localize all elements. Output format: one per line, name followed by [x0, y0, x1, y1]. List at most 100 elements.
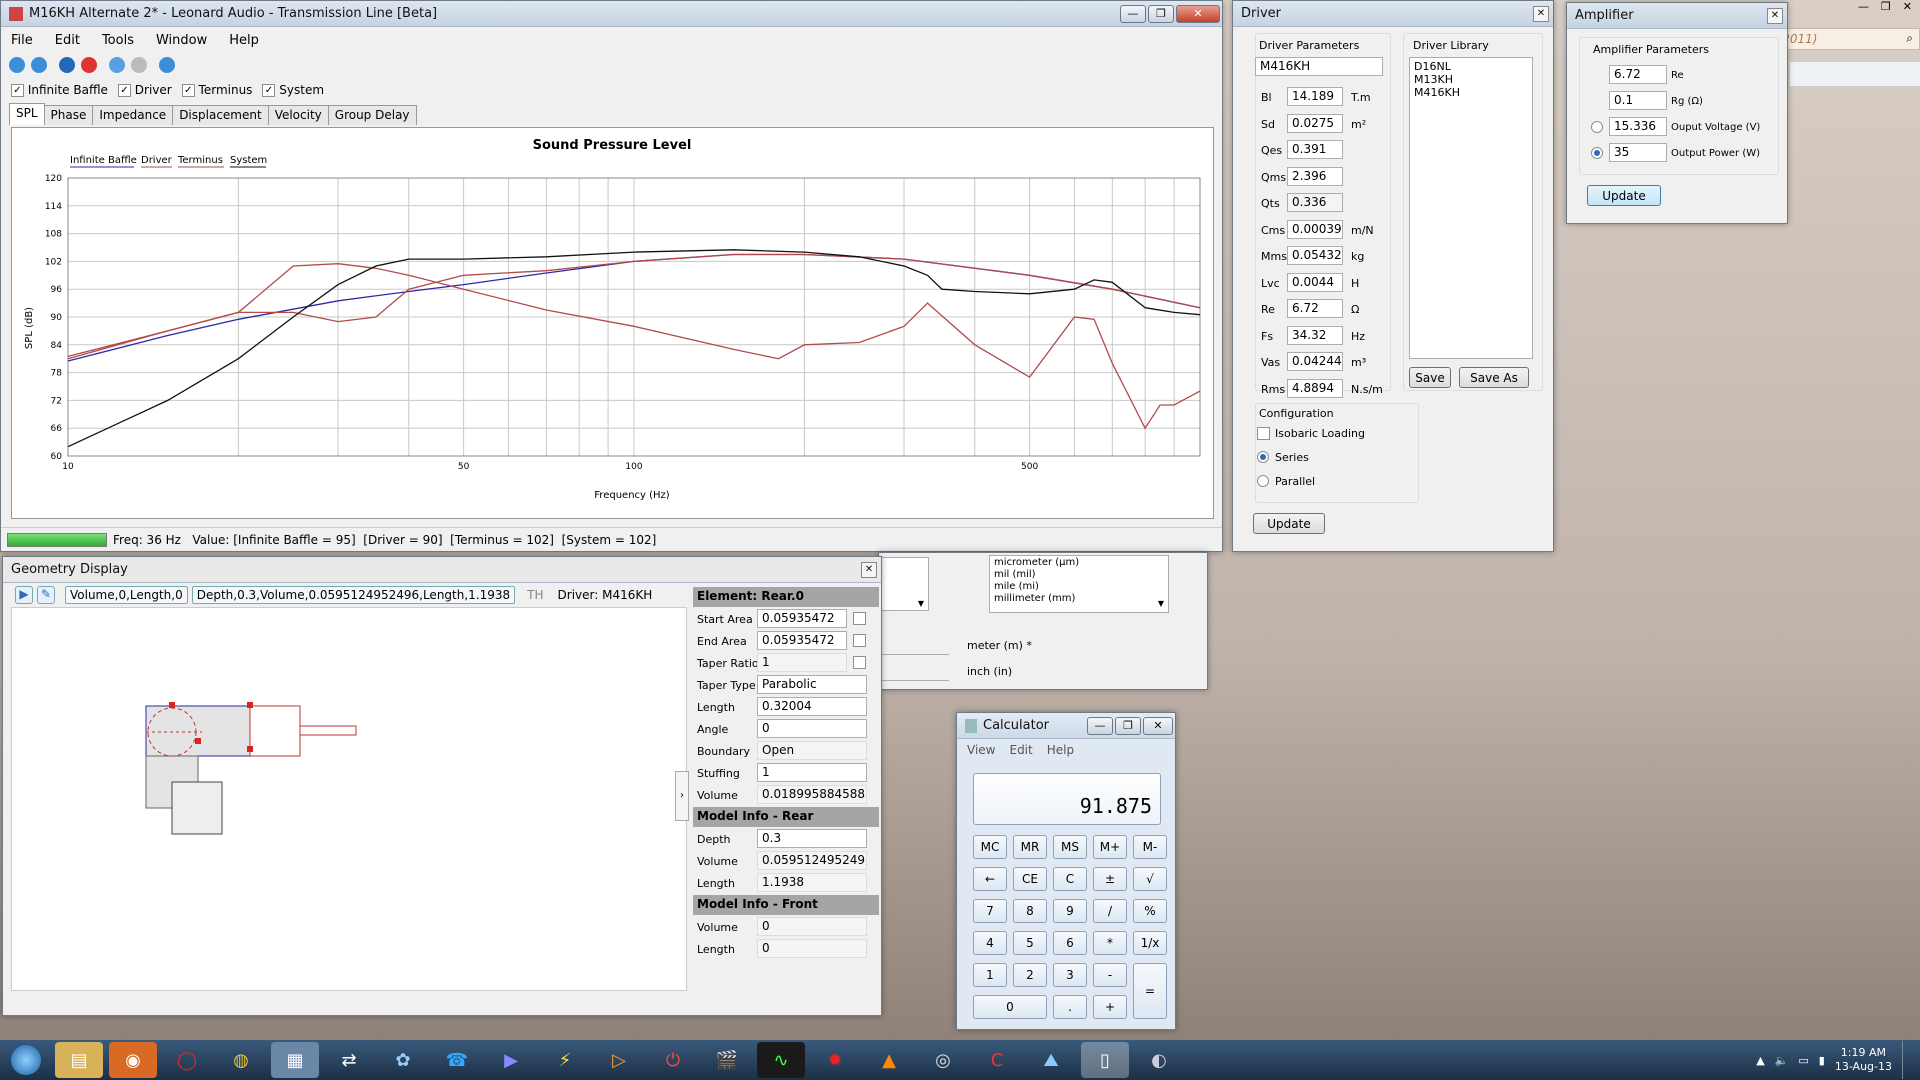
library-item[interactable]: D16NL: [1414, 60, 1528, 73]
play-icon[interactable]: ▶: [15, 586, 33, 604]
check-terminus[interactable]: ✓ Terminus: [181, 83, 252, 97]
calculator-taskbar-icon[interactable]: ▦: [271, 1042, 319, 1078]
calc-key[interactable]: 1: [973, 963, 1007, 987]
back-icon[interactable]: [31, 57, 47, 73]
menu-window[interactable]: Window: [156, 33, 207, 48]
amp-mode-radio[interactable]: [1591, 121, 1603, 133]
start-button[interactable]: [0, 1040, 52, 1080]
signal-icon[interactable]: ▮: [1819, 1054, 1825, 1067]
library-item[interactable]: M416KH: [1414, 86, 1528, 99]
calc-key[interactable]: 9: [1053, 899, 1087, 923]
calc-key[interactable]: MC: [973, 835, 1007, 859]
checkbox[interactable]: ✓: [117, 84, 131, 97]
tab-spl[interactable]: SPL: [9, 103, 45, 125]
geometry-canvas[interactable]: [11, 607, 687, 991]
spectrum-icon[interactable]: ⛰: [1027, 1042, 1075, 1078]
prev-icon[interactable]: [109, 57, 125, 73]
calc-key[interactable]: C: [1053, 867, 1087, 891]
legend-driver[interactable]: Driver: [141, 155, 173, 166]
close-icon[interactable]: ✕: [1533, 5, 1549, 22]
calc-key[interactable]: ←: [973, 867, 1007, 891]
prop-value[interactable]: 0: [757, 719, 867, 738]
maximize-button[interactable]: ❐: [1148, 4, 1174, 23]
prop-value[interactable]: 0.05935472: [757, 609, 847, 628]
isobaric-checkbox[interactable]: [1257, 427, 1270, 440]
close-icon[interactable]: ✕: [861, 561, 877, 578]
check-system[interactable]: ✓ System: [262, 83, 324, 97]
unit-item[interactable]: micrometer (µm): [994, 557, 1164, 569]
prop-checkbox[interactable]: [853, 634, 866, 647]
calc-menu-edit[interactable]: Edit: [1009, 743, 1032, 757]
winamp-icon[interactable]: ⚡: [541, 1042, 589, 1078]
checkbox[interactable]: ✓: [181, 84, 195, 97]
prop-checkbox[interactable]: [853, 612, 866, 625]
param-field-fs[interactable]: 34.32: [1287, 325, 1343, 345]
close-button[interactable]: ✕: [1143, 716, 1173, 735]
unit-item[interactable]: mile (mi): [994, 581, 1164, 593]
prop-value[interactable]: 1: [757, 763, 867, 782]
minimize-button[interactable]: —: [1120, 4, 1146, 23]
calculator-title-bar[interactable]: Calculator — ❐ ✕: [957, 713, 1175, 739]
save-as-button[interactable]: Save As: [1459, 367, 1529, 388]
param-field-mms[interactable]: 0.0543264: [1287, 246, 1343, 265]
series-radio[interactable]: [1257, 451, 1269, 463]
paint-icon[interactable]: ✿: [379, 1042, 427, 1078]
chevron-down-icon[interactable]: ▼: [918, 599, 924, 608]
calc-key[interactable]: √: [1133, 867, 1167, 891]
library-item[interactable]: M13KH: [1414, 73, 1528, 86]
calc-key[interactable]: MS: [1053, 835, 1087, 859]
tab-impedance[interactable]: Impedance: [92, 105, 174, 125]
prop-value[interactable]: 0.05935472: [757, 631, 847, 650]
param-field-lvc[interactable]: 0.0044: [1287, 272, 1343, 292]
calc-menu-view[interactable]: View: [967, 743, 995, 757]
prop-value[interactable]: Parabolic: [757, 675, 867, 694]
amp-mode-radio[interactable]: [1591, 147, 1603, 159]
geometry-title-bar[interactable]: Geometry Display ✕: [3, 557, 881, 583]
legend-system[interactable]: System: [230, 155, 267, 166]
vlc-icon[interactable]: ▲: [865, 1042, 913, 1078]
video-editor-icon[interactable]: 🎬: [703, 1042, 751, 1078]
section-header[interactable]: Element: Rear.0: [693, 587, 879, 607]
power-icon[interactable]: ⏻: [649, 1042, 697, 1078]
driver-update-button[interactable]: Update: [1253, 513, 1325, 534]
calc-key[interactable]: ±: [1093, 867, 1127, 891]
param-field-re[interactable]: 6.72: [1287, 299, 1343, 318]
calc-key[interactable]: -: [1093, 963, 1127, 987]
minimize-button[interactable]: —: [1087, 716, 1113, 735]
menu-help[interactable]: Help: [229, 33, 259, 48]
calc-key[interactable]: 2: [1013, 963, 1047, 987]
node-handle[interactable]: [247, 702, 253, 708]
media-player-icon[interactable]: ▶: [487, 1042, 535, 1078]
param-field-sd[interactable]: 0.0275: [1287, 113, 1343, 133]
param-field-qts[interactable]: 0.336: [1287, 193, 1343, 212]
calc-key[interactable]: MR: [1013, 835, 1047, 859]
driver-name-field[interactable]: M416KH: [1255, 57, 1383, 76]
collapse-handle[interactable]: ›: [675, 771, 689, 821]
prop-checkbox[interactable]: [853, 656, 866, 669]
unit-item[interactable]: mil (mil): [994, 569, 1164, 581]
check-infinite-baffle[interactable]: ✓ Infinite Baffle: [11, 83, 108, 97]
vlc-player-icon[interactable]: ▷: [595, 1042, 643, 1078]
speaker-app-icon[interactable]: ◐: [1135, 1042, 1183, 1078]
amplifier-update-button[interactable]: Update: [1587, 185, 1661, 206]
driver-title-bar[interactable]: Driver ✕: [1233, 1, 1553, 27]
amp-field[interactable]: 6.72: [1609, 65, 1667, 84]
unit-item[interactable]: millimeter (mm): [994, 593, 1164, 605]
search-icon[interactable]: ⌕: [1906, 31, 1913, 46]
calc-key[interactable]: 4: [973, 931, 1007, 955]
menu-tools[interactable]: Tools: [102, 33, 134, 48]
calc-key[interactable]: M+: [1093, 835, 1127, 859]
close-icon[interactable]: ✕: [1903, 0, 1912, 20]
calc-menu-help[interactable]: Help: [1047, 743, 1074, 757]
param-field-cms[interactable]: 0.000396: [1287, 219, 1343, 239]
calc-key[interactable]: M-: [1133, 835, 1167, 859]
firefox-icon[interactable]: ◉: [109, 1042, 157, 1078]
legend-terminus[interactable]: Terminus: [177, 155, 223, 166]
next-icon[interactable]: [131, 57, 147, 73]
volume-icon[interactable]: 🔈: [1775, 1054, 1789, 1067]
check-driver[interactable]: ✓ Driver: [117, 83, 172, 97]
unit-list[interactable]: micrometer (µm) mil (mil) mile (mi) mill…: [989, 555, 1169, 613]
tab-group-delay[interactable]: Group Delay: [327, 105, 417, 125]
front-button[interactable]: Volume,0,Length,0: [65, 586, 188, 604]
prop-value[interactable]: 0.32004: [757, 697, 867, 716]
